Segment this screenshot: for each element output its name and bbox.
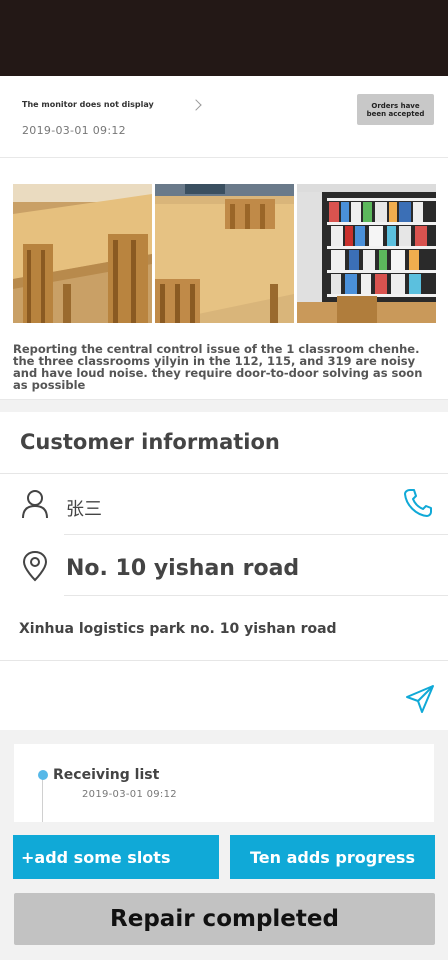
customer-info-card: Customer information 张三 No. 10 yishan ro…: [0, 412, 448, 730]
location-pin-icon: [22, 550, 48, 586]
timeline-line: [42, 774, 43, 822]
address-detail: Xinhua logistics park no. 10 yishan road: [19, 621, 337, 637]
address-main: No. 10 yishan road: [66, 556, 300, 581]
timeline-card: Receiving list 2019-03-01 09:12: [14, 744, 434, 822]
photo-library-shelves[interactable]: [297, 184, 436, 323]
order-date: 2019-03-01 09:12: [22, 124, 126, 137]
timeline-dot: [38, 770, 48, 780]
divider: [64, 534, 448, 535]
divider: [0, 473, 448, 474]
order-title: The monitor does not display: [22, 100, 154, 109]
status-badge: Orders have been accepted: [357, 94, 434, 125]
customer-name: 张三: [66, 499, 102, 520]
phone-icon[interactable]: [403, 488, 433, 522]
add-progress-button[interactable]: Ten adds progress: [230, 835, 435, 879]
report-description: Reporting the central control issue of t…: [13, 342, 423, 392]
photo-gallery: [13, 184, 436, 323]
timeline-item-title: Receiving list: [53, 767, 160, 783]
divider: [0, 660, 448, 661]
report-card: Reporting the central control issue of t…: [0, 158, 448, 400]
order-header-card: The monitor does not display 2019-03-01 …: [0, 76, 448, 158]
status-bar: [0, 0, 448, 76]
order-title-link[interactable]: The monitor does not display: [22, 98, 202, 111]
navigate-send-icon[interactable]: [405, 684, 435, 718]
section-title: Customer information: [20, 430, 280, 454]
user-icon: [22, 489, 48, 523]
photo-classroom-chairs[interactable]: [155, 184, 294, 323]
add-slots-button[interactable]: +add some slots: [13, 835, 219, 879]
chevron-right-icon: [190, 98, 202, 111]
photo-classroom-tables[interactable]: [13, 184, 152, 323]
timeline-item-date: 2019-03-01 09:12: [82, 789, 177, 800]
repair-completed-button[interactable]: Repair completed: [14, 893, 435, 945]
divider: [64, 595, 448, 596]
